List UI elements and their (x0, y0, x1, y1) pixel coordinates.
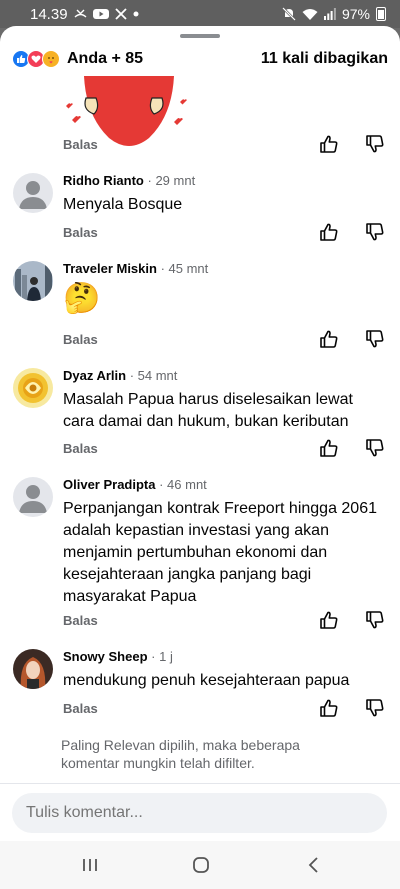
comments-sheet: Anda + 85 11 kali dibagikan Balas Ridho … (0, 26, 400, 889)
comment-meta: Ridho Rianto · 29 mnt (63, 173, 195, 188)
commenter-name[interactable]: Dyaz Arlin (63, 368, 126, 383)
comment-time: · 54 mnt (129, 368, 178, 383)
battery-icon (376, 7, 386, 21)
compose-bar (0, 783, 400, 843)
thumbs-down-icon[interactable] (364, 609, 386, 631)
reply-button[interactable]: Balas (63, 613, 98, 628)
wifi-icon (302, 8, 318, 20)
reactors-count[interactable]: Anda + 85 (67, 50, 143, 68)
missed-call-icon (74, 9, 87, 18)
recent-apps-icon[interactable] (78, 853, 102, 877)
thumbs-up-icon[interactable] (318, 328, 340, 350)
thumbs-up-icon[interactable] (318, 133, 340, 155)
thinking-emoji: 🤔 (63, 282, 101, 315)
comment-text: Menyala Bosque (63, 196, 183, 213)
comment-meta: Traveler Miskin · 45 mnt (63, 261, 208, 276)
comment-actions: Balas (0, 133, 400, 157)
thumbs-down-icon[interactable] (364, 697, 386, 719)
comment-actions: Balas (0, 609, 400, 633)
commenter-name[interactable]: Traveler Miskin (63, 261, 157, 276)
commenter-name[interactable]: Ridho Rianto (63, 173, 144, 188)
battery-percent: 97% (341, 6, 370, 22)
comment-time: · 46 mnt (159, 477, 207, 492)
avatar[interactable] (13, 173, 53, 213)
comment-meta: Oliver Pradipta · 46 mnt (63, 477, 207, 492)
system-icons: 97% (282, 6, 386, 22)
status-time: 14.39 (30, 5, 68, 23)
thumbs-up-icon[interactable] (318, 609, 340, 631)
thumbs-up-icon[interactable] (318, 697, 340, 719)
reply-button[interactable]: Balas (63, 225, 98, 240)
care-reaction-icon (42, 50, 60, 68)
commenter-name[interactable]: Oliver Pradipta (63, 477, 155, 492)
comment-actions: Balas (0, 221, 400, 245)
drag-handle[interactable] (180, 34, 220, 38)
avatar[interactable] (13, 261, 53, 301)
back-icon[interactable] (302, 853, 326, 877)
status-bar: 14.39 97% (0, 0, 400, 28)
comment-actions: Balas (0, 328, 400, 352)
filter-notice: Paling Relevan dipilih, maka beberapa ko… (61, 737, 300, 771)
dot-icon (133, 11, 139, 17)
thumbs-up-icon[interactable] (318, 437, 340, 459)
share-count[interactable]: 11 kali dibagikan (261, 50, 388, 68)
comment-text: Masalah Papua harus diselesaikan lewat c… (63, 391, 353, 430)
reply-button[interactable]: Balas (63, 441, 98, 456)
youtube-icon (92, 9, 109, 19)
avatar[interactable] (13, 649, 53, 689)
home-icon[interactable] (189, 853, 213, 877)
mute-icon (282, 7, 296, 21)
reply-button[interactable]: Balas (63, 701, 98, 716)
comment-time: · 1 j (151, 649, 173, 664)
comment-time: · 29 mnt (147, 173, 196, 188)
android-nav-bar (0, 841, 400, 889)
thumbs-up-icon[interactable] (318, 221, 340, 243)
comment-text: Perpanjangan kontrak Freeport hingga 206… (63, 500, 377, 605)
comment-meta: Snowy Sheep · 1 j (63, 649, 173, 664)
x-icon (114, 8, 127, 20)
thumbs-down-icon[interactable] (364, 328, 386, 350)
thumbs-down-icon[interactable] (364, 437, 386, 459)
avatar[interactable] (13, 368, 53, 408)
thumbs-down-icon[interactable] (364, 133, 386, 155)
comment-text: mendukung penuh kesejahteraan papua (63, 672, 350, 689)
thumbs-down-icon[interactable] (364, 221, 386, 243)
sheet-header: Anda + 85 11 kali dibagikan (0, 44, 400, 74)
comment-input[interactable] (12, 793, 387, 833)
comment-actions: Balas (0, 697, 400, 721)
avatar[interactable] (13, 477, 53, 517)
comment-actions: Balas (0, 437, 400, 461)
signal-icon (323, 8, 336, 20)
reaction-icons[interactable] (12, 50, 60, 68)
comment-item: Oliver Pradipta · 46 mnt Perpanjangan ko… (0, 474, 400, 624)
notification-icons (74, 8, 139, 20)
comment-item: Traveler Miskin · 45 mnt 🤔 (0, 258, 400, 338)
comment-time: · 45 mnt (160, 261, 209, 276)
reply-button[interactable]: Balas (63, 137, 98, 152)
commenter-name[interactable]: Snowy Sheep (63, 649, 148, 664)
comment-meta: Dyaz Arlin · 54 mnt (63, 368, 177, 383)
reply-button[interactable]: Balas (63, 332, 98, 347)
